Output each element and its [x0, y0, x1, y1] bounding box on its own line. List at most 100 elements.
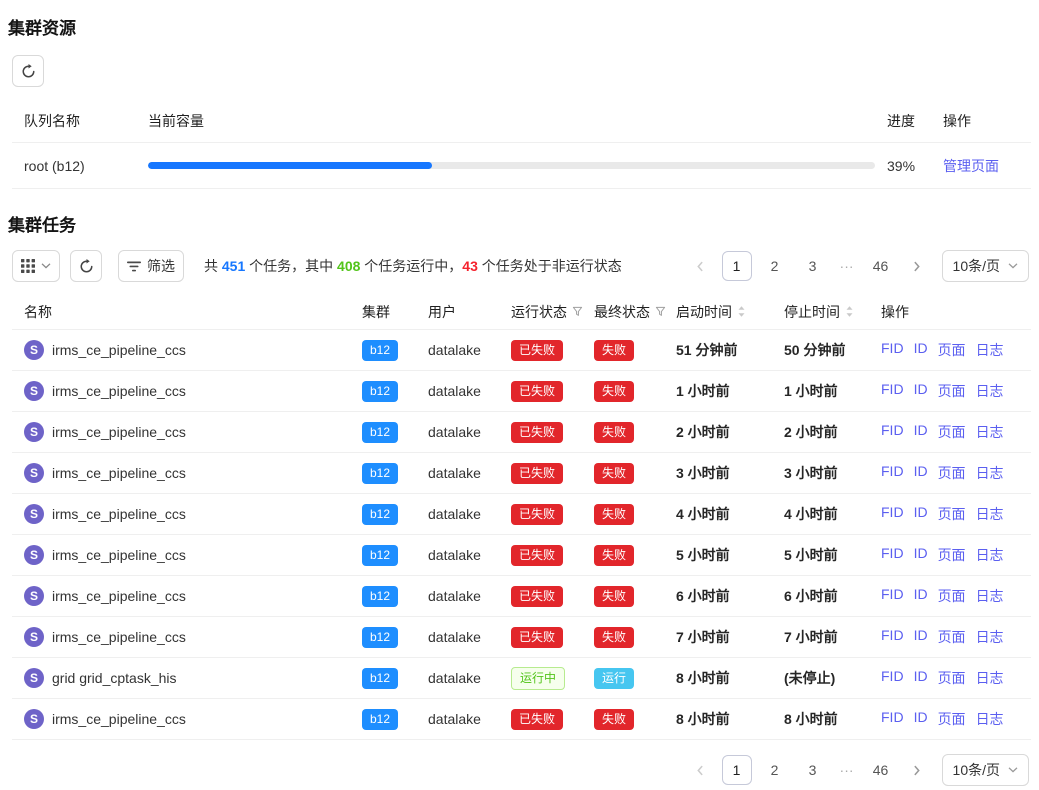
task-row: Sgrid grid_cptask_hisb12datalake运行中运行8 小…	[12, 658, 1031, 699]
filter-funnel-icon[interactable]	[655, 306, 666, 317]
total-tasks-count: 451	[222, 258, 245, 274]
run-status-badge: 运行中	[511, 667, 565, 690]
page-link[interactable]: 页面	[938, 504, 966, 524]
pagination-page-46[interactable]: 46	[866, 755, 896, 785]
manage-page-link[interactable]: 管理页面	[943, 158, 999, 174]
task-name: grid grid_cptask_his	[52, 670, 177, 686]
task-row: Sirms_ce_pipeline_ccsb12datalake已失败失败3 小…	[12, 453, 1031, 494]
page-link[interactable]: 页面	[938, 340, 966, 360]
fid-link[interactable]: FID	[881, 668, 904, 688]
log-link[interactable]: 日志	[976, 545, 1004, 565]
task-name: irms_ce_pipeline_ccs	[52, 465, 186, 481]
page-size-select[interactable]: 10条/页	[942, 754, 1029, 786]
pagination-next-button[interactable]	[904, 757, 930, 783]
id-link[interactable]: ID	[914, 627, 928, 647]
filter-button[interactable]: 筛选	[118, 250, 184, 282]
spark-avatar-icon: S	[24, 627, 44, 647]
log-link[interactable]: 日志	[976, 381, 1004, 401]
page-link[interactable]: 页面	[938, 381, 966, 401]
page-size-select[interactable]: 10条/页	[942, 250, 1029, 282]
fid-link[interactable]: FID	[881, 381, 904, 401]
page-link[interactable]: 页面	[938, 463, 966, 483]
log-link[interactable]: 日志	[976, 668, 1004, 688]
pagination-ellipsis: ···	[836, 258, 858, 274]
pagination-page-1[interactable]: 1	[722, 755, 752, 785]
fid-link[interactable]: FID	[881, 422, 904, 442]
task-name-cell: Sirms_ce_pipeline_ccs	[24, 463, 362, 483]
col-user-label: 用户	[428, 302, 456, 322]
task-user: datalake	[428, 465, 511, 481]
id-link[interactable]: ID	[914, 668, 928, 688]
fid-link[interactable]: FID	[881, 627, 904, 647]
col-progress: 进度	[887, 111, 931, 131]
task-actions: FID ID 页面日志	[881, 668, 1031, 688]
fid-link[interactable]: FID	[881, 463, 904, 483]
page-link[interactable]: 页面	[938, 545, 966, 565]
id-link[interactable]: ID	[914, 463, 928, 483]
id-link[interactable]: ID	[914, 504, 928, 524]
tasks-table-header: 名称 集群 用户 运行状态 最终状态 启动时间	[12, 294, 1031, 330]
page-link[interactable]: 页面	[938, 586, 966, 606]
log-link[interactable]: 日志	[976, 586, 1004, 606]
pagination-page-1[interactable]: 1	[722, 251, 752, 281]
task-name: irms_ce_pipeline_ccs	[52, 629, 186, 645]
pagination-prev-button[interactable]	[688, 757, 714, 783]
sorter-icon[interactable]	[737, 305, 746, 318]
sorter-icon[interactable]	[845, 305, 854, 318]
pagination-page-3[interactable]: 3	[798, 251, 828, 281]
log-link[interactable]: 日志	[976, 422, 1004, 442]
resource-row: root (b12)39%管理页面	[12, 143, 1031, 189]
id-link[interactable]: ID	[914, 340, 928, 360]
page-link[interactable]: 页面	[938, 709, 966, 729]
col-run-status: 运行状态	[511, 302, 594, 322]
id-link[interactable]: ID	[914, 381, 928, 401]
id-link[interactable]: ID	[914, 586, 928, 606]
resources-refresh-button[interactable]	[12, 55, 44, 87]
stop-time: 5 小时前	[784, 545, 881, 565]
pagination-page-2[interactable]: 2	[760, 251, 790, 281]
col-final-status: 最终状态	[594, 302, 676, 322]
col-name: 名称	[24, 302, 362, 322]
task-name-cell: Sirms_ce_pipeline_ccs	[24, 381, 362, 401]
log-link[interactable]: 日志	[976, 463, 1004, 483]
log-link[interactable]: 日志	[976, 504, 1004, 524]
cluster-badge: b12	[362, 340, 398, 361]
task-name-cell: Sirms_ce_pipeline_ccs	[24, 545, 362, 565]
pagination-prev-button[interactable]	[688, 253, 714, 279]
task-row: Sirms_ce_pipeline_ccsb12datalake已失败失败51 …	[12, 330, 1031, 371]
pagination-page-2[interactable]: 2	[760, 755, 790, 785]
filter-funnel-icon[interactable]	[572, 306, 583, 317]
fid-link[interactable]: FID	[881, 709, 904, 729]
pagination-page-46[interactable]: 46	[866, 251, 896, 281]
fid-link[interactable]: FID	[881, 545, 904, 565]
cluster-badge: b12	[362, 381, 398, 402]
task-row: Sirms_ce_pipeline_ccsb12datalake已失败失败6 小…	[12, 576, 1031, 617]
capacity-progress-bar	[148, 162, 875, 169]
task-name: irms_ce_pipeline_ccs	[52, 342, 186, 358]
page-link[interactable]: 页面	[938, 627, 966, 647]
page-link[interactable]: 页面	[938, 422, 966, 442]
id-link[interactable]: ID	[914, 422, 928, 442]
start-time: 5 小时前	[676, 545, 784, 565]
task-actions: FID ID 页面日志	[881, 340, 1031, 360]
log-link[interactable]: 日志	[976, 340, 1004, 360]
pagination-next-button[interactable]	[904, 253, 930, 279]
task-actions: FID ID 页面日志	[881, 627, 1031, 647]
start-time: 2 小时前	[676, 422, 784, 442]
id-link[interactable]: ID	[914, 709, 928, 729]
stop-time: 8 小时前	[784, 709, 881, 729]
id-link[interactable]: ID	[914, 545, 928, 565]
column-settings-button[interactable]	[12, 250, 60, 282]
log-link[interactable]: 日志	[976, 709, 1004, 729]
run-status-badge: 已失败	[511, 586, 563, 607]
page-link[interactable]: 页面	[938, 668, 966, 688]
task-name-cell: Sirms_ce_pipeline_ccs	[24, 709, 362, 729]
tasks-refresh-button[interactable]	[70, 250, 102, 282]
fid-link[interactable]: FID	[881, 504, 904, 524]
chevron-down-icon	[41, 263, 51, 269]
spark-avatar-icon: S	[24, 422, 44, 442]
log-link[interactable]: 日志	[976, 627, 1004, 647]
pagination-page-3[interactable]: 3	[798, 755, 828, 785]
fid-link[interactable]: FID	[881, 340, 904, 360]
fid-link[interactable]: FID	[881, 586, 904, 606]
